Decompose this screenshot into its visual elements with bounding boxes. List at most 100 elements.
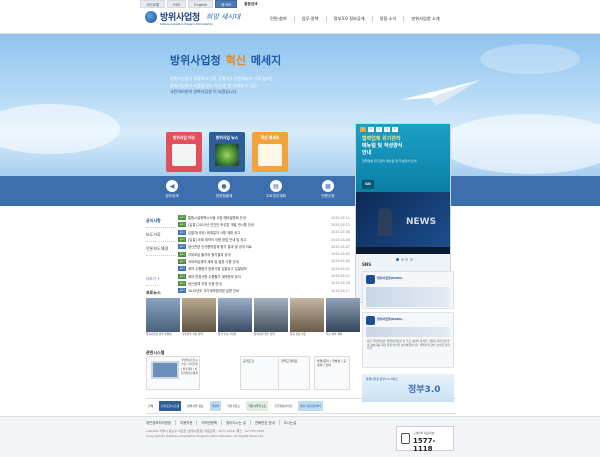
- notice-title: 국외조달계약 계획 및 발표 사항 안내: [188, 259, 239, 264]
- gov30-caption: 방위사업청 정부3.0 서비스: [366, 377, 398, 381]
- integrated-search-link[interactable]: 통합검색: [239, 0, 263, 8]
- list-item[interactable]: 공지 통합시설정책시스템 사업 예비설명회 안내 2015.05.11: [178, 214, 350, 221]
- more-link[interactable]: 더보기 +: [146, 272, 160, 286]
- notice-title: 국외조달 물자의 평가결과 공개: [188, 252, 231, 257]
- banner-link[interactable]: 방위사업 정보: [185, 401, 205, 411]
- list-item[interactable]: 공지 계약 변경사항 수행평가 계약정보 공지 2015.05.01: [178, 272, 350, 279]
- list-item[interactable]: 공지 방산관련 신규협력업체 평가 결과 및 공개 자료 2015.05.07: [178, 243, 350, 250]
- photo-item[interactable]: 방위사업 업무 협약: [254, 298, 288, 344]
- nav-item-policy[interactable]: 업무·정책: [293, 16, 326, 22]
- util-english-link[interactable]: English: [188, 0, 214, 8]
- hero-card-news[interactable]: 방위사업 뉴스: [209, 132, 245, 172]
- banner-link[interactable]: 방산기술지원센터: [298, 401, 323, 411]
- site-logo[interactable]: 방위사업청 희망 새시대: [145, 10, 240, 23]
- banner-link[interactable]: 국민신문고: [225, 401, 242, 411]
- promo-page-3[interactable]: 3: [376, 127, 382, 132]
- photo-item[interactable]: 국방과학 기술 협력: [182, 298, 216, 344]
- list-item[interactable]: 공지 [입찰] 국제 계약의 이용 방법 안내 및 공고 2015.05.08: [178, 236, 350, 243]
- promo-page-1[interactable]: 1: [360, 127, 366, 132]
- cloud-decoration: [0, 104, 120, 154]
- banner-all[interactable]: 전체: [146, 401, 155, 411]
- promo-page-4[interactable]: 4: [384, 127, 390, 132]
- banner-link[interactable]: 국방부: [209, 401, 222, 411]
- footer-links: 개인정보처리방침 이용약관 저작권정책 찾아오시는 길 전화번호 안내 오시는길: [146, 420, 300, 425]
- util-sitemap-link[interactable]: 사이트맵: [140, 0, 166, 8]
- list-item[interactable]: 공지 [입찰] 2015년 연간단 조선분 개발 연시행 안내 2015.05.11: [178, 221, 350, 228]
- nav-item-gov30[interactable]: 정부3.0 정보공개: [325, 16, 372, 22]
- promo-page-2[interactable]: 2: [368, 127, 374, 132]
- video-player[interactable]: NEWS: [356, 192, 450, 254]
- notice-date: 2015.05.01: [331, 274, 350, 279]
- quick-item-label: 민원신청: [321, 194, 335, 198]
- nav-item-about[interactable]: 방위사업청 소개: [403, 16, 446, 22]
- photo-item[interactable]: 방산 수출 간담회: [218, 298, 252, 344]
- nav-item-news[interactable]: 알림·소식: [371, 16, 404, 22]
- util-chinese-link[interactable]: 중국어: [215, 0, 238, 8]
- pager-dot[interactable]: [405, 258, 408, 261]
- photo-item[interactable]: 방위사업청 정책 설명회: [146, 298, 180, 344]
- footer-link-terms[interactable]: 이용약관: [174, 420, 196, 425]
- sns-post[interactable]: 방위사업청(DAPA) 최근 국방부장관, 방위사업청장 및 주요 내빈이 참석…: [362, 312, 454, 368]
- banner-link[interactable]: 전자조달시스템: [159, 401, 182, 411]
- footer-link-phone[interactable]: 전화번호 안내: [249, 420, 279, 425]
- video-controls[interactable]: [356, 247, 450, 254]
- hero-card-message[interactable]: 혁신 메세지: [252, 132, 288, 172]
- promo-banner[interactable]: 1 2 3 4 5 협력업체 위기관리 매뉴얼 및 작성양식 안내 협력업체 위…: [356, 124, 450, 192]
- related-card-text: 공개조건: [243, 359, 255, 363]
- quick-item-civil[interactable]: ▦ 민원신청: [302, 176, 354, 206]
- cloud-decoration: [480, 44, 580, 74]
- sns-account: 방위사업청(DAPA): [377, 317, 403, 321]
- tab-clarification[interactable]: 언론보도해명: [146, 242, 176, 256]
- list-item[interactable]: 공지 국외조달계약 계획 및 발표 사항 안내 2015.05.05: [178, 258, 350, 265]
- tab-press[interactable]: 보도자료: [146, 228, 176, 242]
- list-item[interactable]: 공지 방산업체 지정 신청 안내 2015.04.28: [178, 280, 350, 287]
- emblem-icon: [145, 10, 157, 23]
- quick-item-info[interactable]: ◀ 정보공개: [146, 176, 198, 206]
- quick-item-plan[interactable]: ▤ 주요업무계획: [250, 176, 302, 206]
- related-card-ethics[interactable]: 투명/윤리 / 적법성 / 공정성 / 신뢰: [314, 356, 350, 390]
- banner-link[interactable]: 국방과학연구소: [246, 401, 269, 411]
- list-item[interactable]: 공지 국외조달 물자의 평가결과 공개 2015.05.05: [178, 250, 350, 257]
- paper-plane-icon: [400, 80, 480, 106]
- photo-item[interactable]: 청장 현장 방문: [290, 298, 324, 344]
- notice-tag: 공지: [178, 215, 186, 221]
- sns-title: SNS: [362, 262, 372, 267]
- notice-date: 2015.05.11: [331, 222, 350, 227]
- call-center-box: 고객센터 대표번호 1577-1118: [396, 426, 454, 453]
- photo-item[interactable]: 혁신 회의 개최: [326, 298, 360, 344]
- notice-tag: 공지: [178, 251, 186, 257]
- promo-go-button[interactable]: GO: [362, 180, 374, 189]
- related-card-procurement[interactable]: 국방전자조달시스템 / 전자입찰 / 발주계획 / 방위사업정보체계: [146, 356, 200, 390]
- sns-post[interactable]: 방위사업청(DAPA): [362, 271, 454, 309]
- pager-dot[interactable]: [409, 258, 413, 261]
- pager-dot[interactable]: [396, 258, 399, 261]
- photo-caption: 청장 현장 방문: [290, 333, 306, 336]
- footer-link-directions[interactable]: 찾아오시는 길: [221, 420, 250, 425]
- list-item[interactable]: 공지 입찰자(국외) 제재일자 사항 계획 공고 2015.05.06: [178, 229, 350, 236]
- sns-post-text: 최근 국방부장관, 방위사업청장 및 주요 내빈이 참석한 가운데 국내 방산수…: [367, 339, 450, 351]
- related-card-customer[interactable]: 정책고객대표: [278, 356, 310, 390]
- photo-caption: 방위사업 업무 협약: [254, 333, 275, 336]
- pager-dot[interactable]: [400, 258, 404, 261]
- footer-link-privacy[interactable]: 개인정보처리방침: [146, 420, 175, 425]
- promo-title-line: 매뉴얼 및 작성양식: [362, 143, 403, 149]
- footer-link-location[interactable]: 오시는길: [278, 420, 300, 425]
- sns-column: SNS 방위사업청(DAPA) 방위사업청(DAPA) 최근 국방부장관, 방위…: [362, 262, 454, 402]
- promo-page-5[interactable]: 5: [392, 127, 398, 132]
- hero-card-issue[interactable]: 방위사업 이슈: [166, 132, 202, 172]
- photo-thumbnail: [218, 298, 252, 332]
- quick-item-label: 주요업무계획: [266, 194, 286, 198]
- call-center-label: 고객센터 대표번호: [413, 431, 435, 435]
- nav-item-civil[interactable]: 민원·참여: [263, 16, 294, 22]
- banner-link[interactable]: 국군재정관리단: [272, 401, 294, 411]
- notice-title: 입찰자(국외) 제재일자 사항 계획 공고: [188, 230, 241, 235]
- quick-item-payment[interactable]: ● 방위청결제: [198, 176, 250, 206]
- gov30-label: 정부3.0: [408, 385, 441, 395]
- person-icon: ●: [218, 180, 230, 192]
- notice-tag: 공지: [178, 258, 186, 264]
- list-item[interactable]: 공지 계약 수행평가 방위사업 입찰공고 입찰정보 2015.05.01: [178, 265, 350, 272]
- tab-notice[interactable]: 공지사항: [146, 214, 176, 228]
- photo-thumbnail: [182, 298, 216, 332]
- util-rss-link[interactable]: RSS: [167, 0, 187, 8]
- footer-link-copyright[interactable]: 저작권정책: [196, 420, 221, 425]
